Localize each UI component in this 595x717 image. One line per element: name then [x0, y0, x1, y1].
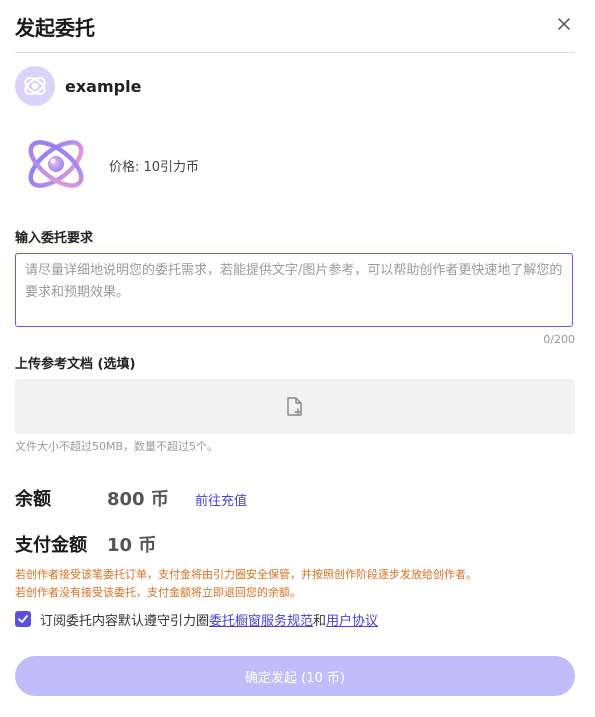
- upload-area[interactable]: [15, 379, 575, 434]
- balance-value: 800 币: [107, 489, 169, 510]
- agreement-conjunction: 和: [313, 613, 327, 629]
- divider: [15, 52, 575, 53]
- product-price: 价格: 10引力币: [109, 160, 200, 175]
- author-avatar[interactable]: [15, 66, 55, 106]
- dialog-title: 发起委托: [15, 16, 95, 40]
- payment-label: 支付金额: [15, 535, 87, 556]
- check-icon: [18, 615, 28, 623]
- file-add-icon: [287, 396, 302, 416]
- submit-button[interactable]: 确定发起 (10 币): [15, 656, 575, 696]
- agreement-checkbox[interactable]: [15, 611, 31, 627]
- planet-atom-icon: [22, 132, 92, 196]
- recharge-link[interactable]: 前往充值: [195, 490, 247, 509]
- upload-hint: 文件大小不超过50MB，数量不超过5个。: [15, 440, 219, 453]
- agreement-text: 订阅委托内容默认遵守引力圈: [40, 613, 210, 629]
- notice-line-1: 若创作者接受该笔委托订单，支付金将由引力圈安全保管，并按照创作阶段逐步发放给创作…: [15, 568, 477, 581]
- requirement-label: 输入委托要求: [15, 231, 94, 246]
- upload-label: 上传参考文档 (选填): [15, 357, 136, 372]
- planet-atom-icon: [24, 77, 46, 95]
- agreement-row: 订阅委托内容默认遵守引力圈 委托橱窗服务规范 和 用户协议: [15, 610, 378, 629]
- user-agreement-link[interactable]: 用户协议: [326, 610, 378, 629]
- balance-label: 余额: [15, 489, 51, 510]
- payment-value: 10 币: [107, 535, 157, 556]
- notice-line-2: 若创作者没有接受该委托，支付金额将立即退回您的余额。: [15, 586, 301, 599]
- close-icon[interactable]: [554, 14, 574, 34]
- author-name[interactable]: example: [65, 77, 141, 96]
- char-counter: 0/200: [543, 333, 575, 346]
- service-rules-link[interactable]: 委托橱窗服务规范: [209, 610, 313, 629]
- requirement-input[interactable]: [15, 253, 573, 327]
